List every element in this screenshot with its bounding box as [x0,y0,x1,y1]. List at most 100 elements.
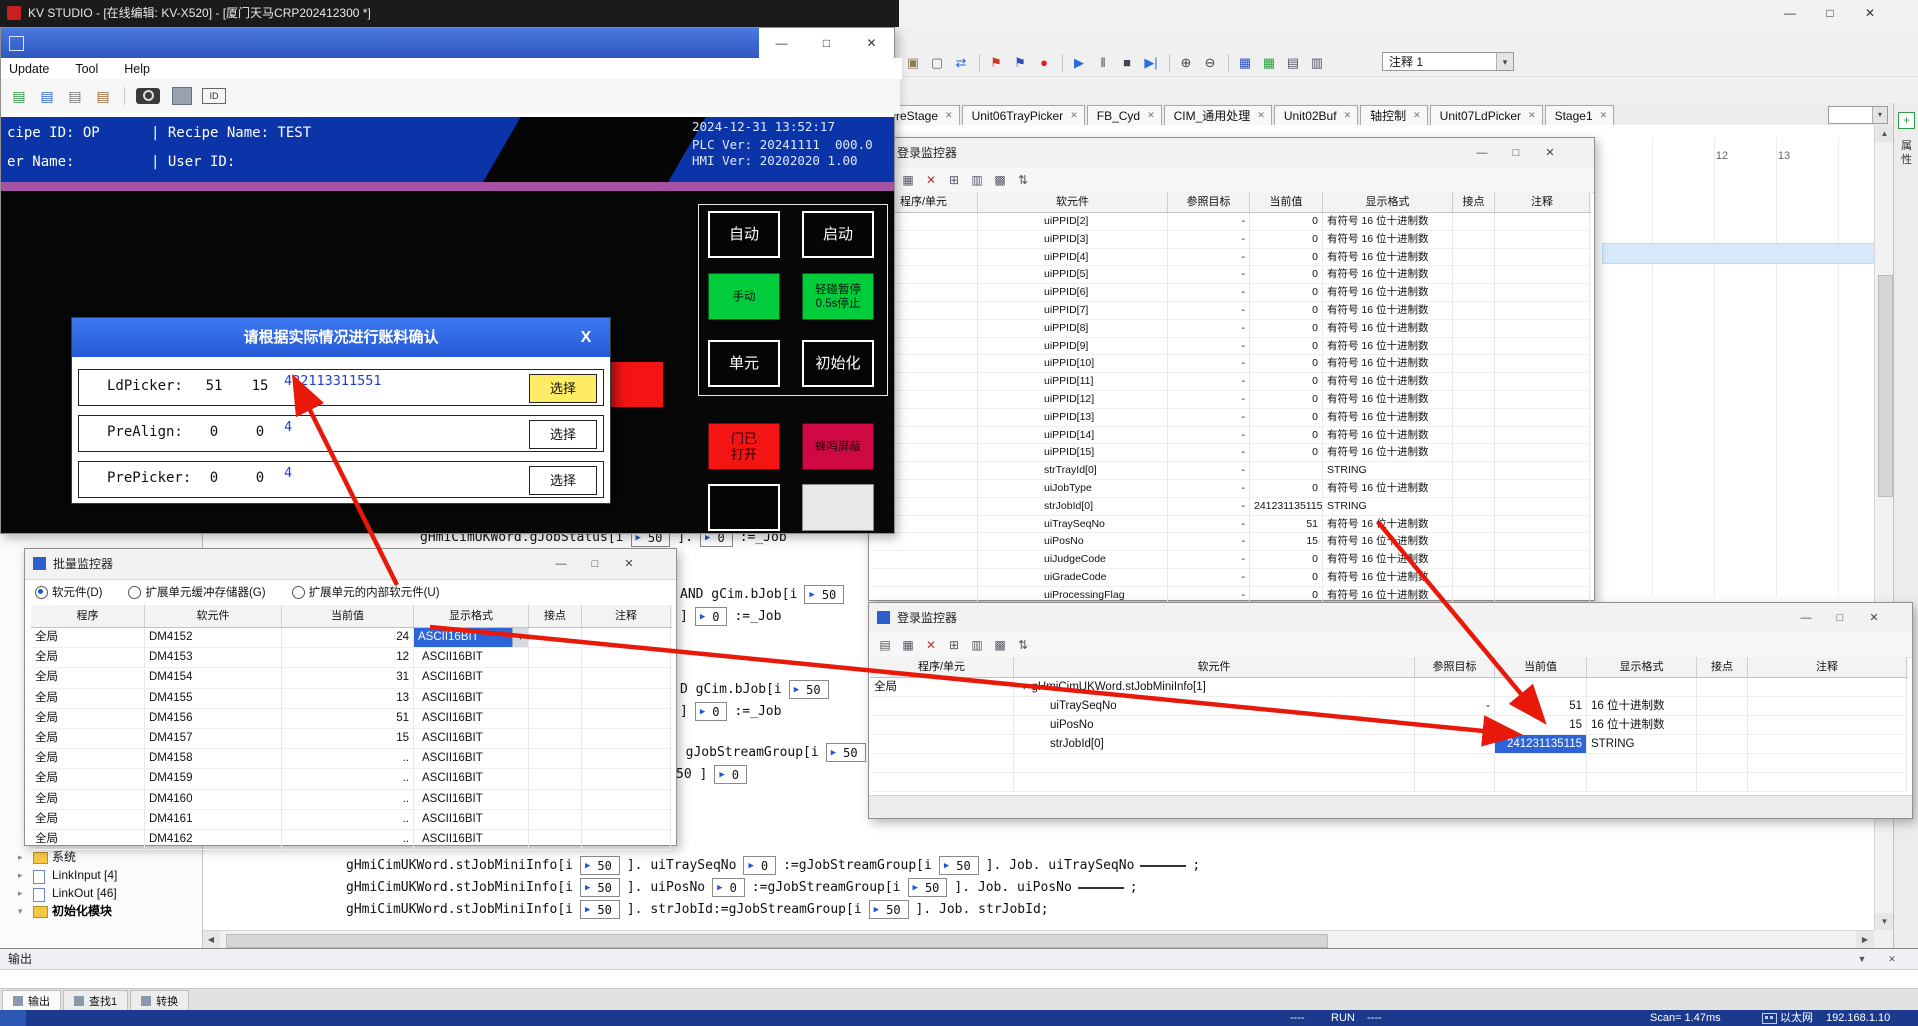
window-close-button[interactable]: ✕ [1850,0,1890,27]
grid-blue-icon[interactable]: ▦ [1234,51,1256,75]
transfer-icon[interactable]: ⇄ [950,51,972,75]
window-close-button[interactable]: ✕ [612,549,646,579]
step-icon[interactable]: ▶| [1140,51,1162,75]
pin-icon[interactable]: ▼ [1852,949,1872,969]
radio-device-type-1[interactable]: 扩展单元缓冲存储器(G) [128,584,265,600]
select-button[interactable]: 选择 [529,420,597,449]
table-icon[interactable]: ▤ [1282,51,1304,75]
chevron-down-icon[interactable]: ▾ [1872,107,1887,123]
table-row[interactable]: 全局DM4159..ASCII16BIT [31,769,672,789]
scrollbar-thumb[interactable] [1878,275,1893,497]
table-row[interactable]: uiGradeCode-0有符号 16 位十进制数 [870,569,1591,587]
output-tab-转换[interactable]: 转换 [130,990,189,1012]
hmi-button-buzzer-mask[interactable]: 蜂鸣屏蔽 [802,423,874,470]
tab-close-icon[interactable]: ✕ [1147,110,1155,121]
hmi-button-partial-right[interactable] [802,484,874,531]
device-list-icon[interactable]: ▤ [875,638,895,652]
table-row[interactable]: uiJudgeCode-0有符号 16 位十进制数 [870,551,1591,569]
table-row[interactable]: uiJobType-0有符号 16 位十进制数 [870,480,1591,498]
menu-update[interactable]: Update [9,62,49,76]
comment-select-combo[interactable]: 注释 1 ▾ [1382,52,1514,71]
tab-FB_Cyd[interactable]: FB_Cyd✕ [1087,105,1162,125]
radio-device-type-0[interactable]: 软元件(D) [35,584,102,600]
table-row[interactable]: uiPPID[5]-0有符号 16 位十进制数 [870,266,1591,284]
table-row[interactable]: 全局DM4158..ASCII16BIT [31,749,672,769]
tab-close-icon[interactable]: ✕ [1528,110,1536,121]
table-row[interactable]: uiTraySeqNo-51有符号 16 位十进制数 [870,516,1591,534]
watch-icon[interactable]: ▩ [990,638,1010,652]
tab-close-icon[interactable]: ✕ [1257,110,1265,121]
chevron-right-icon[interactable]: ▸ [18,849,23,866]
watch-icon[interactable]: ▩ [990,173,1010,187]
table-row[interactable]: 全局▾gHmiCimUKWord.stJobMiniInfo[1] [870,678,1908,697]
save-icon[interactable]: ▦ [898,173,918,187]
window-maximize-button[interactable]: □ [1810,0,1850,27]
zoom-out-icon[interactable]: ⊖ [1199,51,1221,75]
hmi-button-start[interactable]: 启动 [802,211,874,258]
window-minimize-button[interactable]: — [1789,603,1823,633]
tab-close-icon[interactable]: ✕ [1344,110,1352,121]
hmi-button-soft-pause[interactable]: 轻碰暂停0.5s停止 [802,273,874,320]
window-close-button[interactable]: ✕ [1857,603,1891,633]
table-row[interactable]: strTrayId[0]-STRING [870,462,1591,480]
table-row[interactable]: uiPPID[6]-0有符号 16 位十进制数 [870,284,1591,302]
tree-item-4[interactable]: ▾初始化模块 [0,903,200,920]
properties-vertical-tab[interactable]: 属性 [1894,139,1918,167]
table-row[interactable]: 全局DM415224ASCII16BIT▾ [31,628,672,648]
flag-red-icon[interactable]: ⚑ [985,51,1007,75]
monitor-icon[interactable]: ▥ [1306,51,1328,75]
grid-icon[interactable]: ▥ [967,173,987,187]
scroll-left-icon[interactable]: ◀ [202,931,220,949]
table-row[interactable]: 全局DM415312ASCII16BIT [31,648,672,668]
table-row[interactable] [870,773,1908,792]
chevron-right-icon[interactable]: ▸ [18,885,23,902]
window-minimize-button[interactable]: — [759,28,804,58]
hmi-button-auto[interactable]: 自动 [708,211,780,258]
table-row[interactable]: 全局DM415513ASCII16BIT [31,689,672,709]
window-maximize-button[interactable]: □ [1823,603,1857,633]
table-row[interactable] [870,754,1908,773]
window-titlebar[interactable]: 登录监控器 —□✕ [869,138,1594,169]
hmi-button-init[interactable]: 初始化 [802,340,874,387]
hmi-button-manual[interactable]: 手动 [708,273,780,320]
grid-icon[interactable]: ▥ [967,638,987,652]
hmi-button-partial-left[interactable] [708,484,780,531]
stop-icon[interactable]: ■ [1116,51,1138,75]
table-row[interactable]: strJobId[0]-241231135115STRING [870,498,1591,516]
clipboard-icon[interactable]: ▣ [902,51,924,75]
transfer-icon[interactable]: ⇅ [1013,638,1033,652]
save-icon[interactable]: ▦ [898,638,918,652]
table-row[interactable]: uiPPID[13]-0有符号 16 位十进制数 [870,409,1591,427]
editor-horizontal-scrollbar[interactable]: ◀ ▶ [202,930,1874,949]
table-row[interactable]: uiPPID[14]-0有符号 16 位十进制数 [870,427,1591,445]
table-row[interactable]: uiPPID[15]-0有符号 16 位十进制数 [870,444,1591,462]
window-close-button[interactable]: ✕ [849,28,894,58]
zoom-in-icon[interactable]: ⊕ [1175,51,1197,75]
chevron-right-icon[interactable]: ▸ [18,867,23,884]
delete-icon[interactable]: ✕ [921,173,941,187]
table-row[interactable]: uiTraySeqNo-5116 位十进制数 [870,697,1908,716]
scroll-down-icon[interactable]: ▼ [1875,913,1894,930]
table-row[interactable]: 全局DM415651ASCII16BIT [31,709,672,729]
output-tab-输出[interactable]: 输出 [2,990,61,1012]
tab-Stage1[interactable]: Stage1✕ [1545,105,1615,125]
menu-help[interactable]: Help [124,62,150,76]
transfer-icon[interactable]: ⇅ [1013,173,1033,187]
pause-icon[interactable]: ‖ [1092,51,1114,75]
table-row[interactable]: 全局DM4161..ASCII16BIT [31,810,672,830]
window-maximize-button[interactable]: □ [804,28,849,58]
doc-open-icon[interactable]: ▤ [35,88,59,105]
window-minimize-button[interactable]: — [544,549,578,579]
tab-close-icon[interactable]: ✕ [945,110,953,121]
select-button[interactable]: 选择 [529,466,597,495]
radio-device-type-2[interactable]: 扩展单元的内部软元件(U) [292,584,440,600]
table-row[interactable]: uiPosNo-1516 位十进制数 [870,716,1908,735]
table-row[interactable]: uiPPID[12]-0有符号 16 位十进制数 [870,391,1591,409]
table-row[interactable]: uiPPID[7]-0有符号 16 位十进制数 [870,302,1591,320]
table-row[interactable]: uiPosNo-15有符号 16 位十进制数 [870,533,1591,551]
table-row[interactable]: 全局DM4162..ASCII16BIT [31,830,672,850]
doc-save-icon[interactable]: ▤ [63,88,87,105]
copy-icon[interactable]: ▢ [926,51,948,75]
window-titlebar[interactable]: 登录监控器 —□✕ [869,603,1912,634]
window-titlebar[interactable]: 批量监控器 —□✕ [25,549,676,580]
